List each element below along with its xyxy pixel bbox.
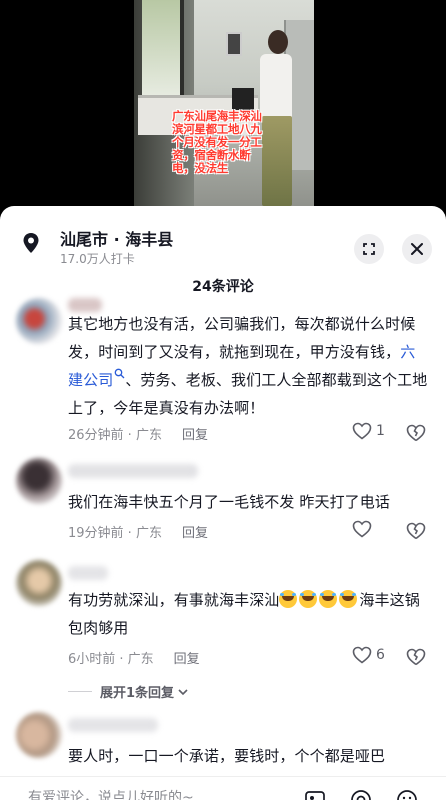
like-button[interactable] [352,520,376,538]
video-player[interactable]: 广东汕尾海丰深汕滨河星都工地八九个月没有发一分工资，宿舍断水断电，没法生 [0,0,446,212]
expand-replies-button[interactable]: 展开1条回复 [68,682,189,701]
location-header[interactable]: 汕尾市 · 海丰县 17.0万人打卡 [0,220,446,266]
broken-heart-icon[interactable] [406,522,426,540]
avatar[interactable] [16,560,62,606]
location-checkins: 17.0万人打卡 [60,252,135,266]
comment-text: 我们在海丰快五个月了一毛钱不发 昨天打了电话 [68,493,390,511]
laugh-cry-emoji [319,590,338,608]
close-icon [411,243,423,255]
comment-input[interactable]: 有爱评论，说点儿好听的~ [28,787,194,800]
comment-meta: 19分钟前 · 广东 回复 [68,526,208,541]
comment-text: 其它地方也没有活，公司骗我们，每次都说什么时候发，时间到了又没有，就拖到现在，甲… [68,315,428,417]
heart-icon [352,422,372,440]
comment-text: 要人时，一口一个承诺，要钱时，个个都是哑巴 [68,747,386,765]
laugh-cry-emoji [299,590,318,608]
like-count: 6 [376,647,385,663]
reply-button[interactable]: 回复 [182,428,208,443]
video-monitor [232,88,254,110]
like-button[interactable]: 1 [352,422,385,440]
username-blurred[interactable] [68,718,158,732]
comment-count: 24条评论 [192,279,254,295]
avatar[interactable] [16,298,62,344]
search-icon [114,368,125,379]
laugh-cry-emoji [279,590,298,608]
comment-meta: 6小时前 · 广东 回复 [68,652,200,667]
collapse-button[interactable] [354,234,384,264]
video-frame [134,0,314,212]
like-button[interactable]: 6 [352,646,385,664]
emoji-icon[interactable] [396,789,418,800]
at-icon[interactable] [350,789,372,800]
broken-heart-icon[interactable] [406,424,426,442]
broken-heart-icon[interactable] [406,648,426,666]
heart-icon [352,646,372,664]
reply-button[interactable]: 回复 [182,526,208,541]
avatar[interactable] [16,712,62,758]
comment-meta: 26分钟前 · 广东 回复 [68,428,208,443]
reply-button[interactable]: 回复 [174,652,200,667]
comment-text: 有功劳就深汕，有事就海丰深汕 海丰这锅包肉够用 [68,590,420,637]
username-blurred[interactable] [68,464,198,478]
avatar[interactable] [16,458,62,504]
location-pin-icon [23,233,39,253]
comment-sheet: 汕尾市 · 海丰县 17.0万人打卡 24条评论 其它地方也没有活，公司骗我们，… [0,206,446,800]
laugh-cry-emoji [339,590,358,608]
location-title[interactable]: 汕尾市 · 海丰县 [60,226,173,250]
close-button[interactable] [402,234,432,264]
video-caption: 广东汕尾海丰深汕滨河星都工地八九个月没有发一分工资，宿舍断水断电，没法生 [172,109,262,175]
chevron-down-icon [178,688,188,695]
like-count: 1 [376,423,385,439]
image-icon[interactable] [304,789,326,800]
collapse-icon [363,243,375,255]
video-window [142,0,184,95]
video-wall-panel [226,32,242,56]
heart-icon [352,520,372,538]
comment-input-bar: 有爱评论，说点儿好听的~ [0,776,446,800]
username-blurred[interactable] [68,566,108,580]
